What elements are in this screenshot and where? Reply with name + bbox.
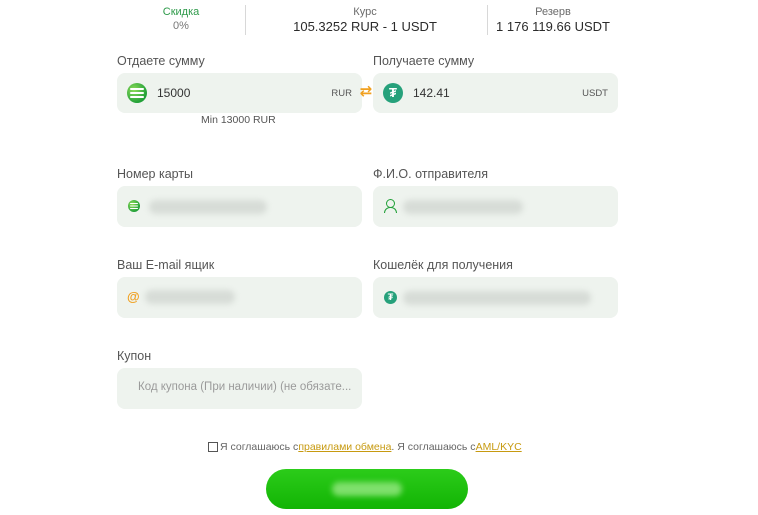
wallet-label: Кошелёк для получения [373, 258, 513, 272]
email-label: Ваш E-mail ящик [117, 258, 215, 272]
card-number-label: Номер карты [117, 167, 194, 181]
reserve-stat: Резерв 1 176 119.66 USDT [483, 6, 623, 34]
give-amount-field[interactable]: 15000 RUR [117, 73, 362, 113]
give-amount-value: 15000 [157, 86, 191, 100]
receive-amount-value: 142.41 [413, 86, 450, 100]
sberbank-icon [127, 83, 147, 103]
agreement-row: Я соглашаюсь с правилами обмена . Я согл… [208, 441, 522, 453]
divider [245, 5, 246, 35]
wallet-redacted [403, 291, 591, 305]
coupon-input[interactable]: Код купона (При наличии) (не обязате... [117, 368, 362, 409]
card-number-redacted [149, 200, 267, 214]
submit-exchange-button[interactable] [266, 469, 468, 509]
wallet-field[interactable]: ₮ [373, 277, 618, 318]
reserve-label: Резерв [535, 6, 571, 18]
agreement-text-1: Я соглашаюсь с [220, 441, 299, 453]
receive-amount-field[interactable]: ₮ 142.41 USDT [373, 73, 618, 113]
email-field[interactable]: @ [117, 277, 362, 318]
exchange-stats: Скидка 0% Курс 105.3252 RUR - 1 USDT Рез… [120, 0, 620, 36]
sberbank-icon [128, 200, 140, 212]
sender-name-field[interactable] [373, 186, 618, 227]
sender-name-label: Ф.И.О. отправителя [373, 167, 488, 181]
agreement-text-2: . Я соглашаюсь с [391, 441, 476, 453]
discount-label: Скидка [162, 6, 200, 18]
tether-icon: ₮ [384, 291, 397, 304]
discount-value: 0% [173, 20, 189, 32]
tether-icon: ₮ [383, 83, 403, 103]
submit-label-redacted [332, 482, 402, 496]
card-number-field[interactable] [117, 186, 362, 227]
exchange-rules-link[interactable]: правилами обмена [298, 441, 391, 453]
receive-currency: USDT [582, 88, 608, 99]
discount-stat: Скидка 0% [150, 6, 212, 34]
user-icon [383, 199, 397, 213]
at-icon: @ [127, 289, 140, 304]
min-amount-note: Min 13000 RUR [201, 114, 276, 126]
sender-name-redacted [403, 200, 523, 214]
receive-amount-label: Получаете сумму [373, 54, 475, 68]
coupon-placeholder: Код купона (При наличии) (не обязате... [138, 381, 352, 393]
aml-kyc-link[interactable]: AML/KYC [476, 441, 522, 453]
swap-arrows-icon[interactable]: ⇄ [358, 84, 374, 100]
agreement-checkbox[interactable] [208, 442, 218, 452]
rate-stat: Курс 105.3252 RUR - 1 USDT [280, 6, 450, 34]
rate-label: Курс [353, 6, 377, 18]
email-redacted [145, 290, 235, 304]
give-currency: RUR [331, 88, 352, 99]
coupon-label: Купон [117, 349, 152, 363]
rate-value: 105.3252 RUR - 1 USDT [293, 19, 437, 34]
reserve-value: 1 176 119.66 USDT [496, 19, 610, 34]
give-amount-label: Отдаете сумму [117, 54, 205, 68]
